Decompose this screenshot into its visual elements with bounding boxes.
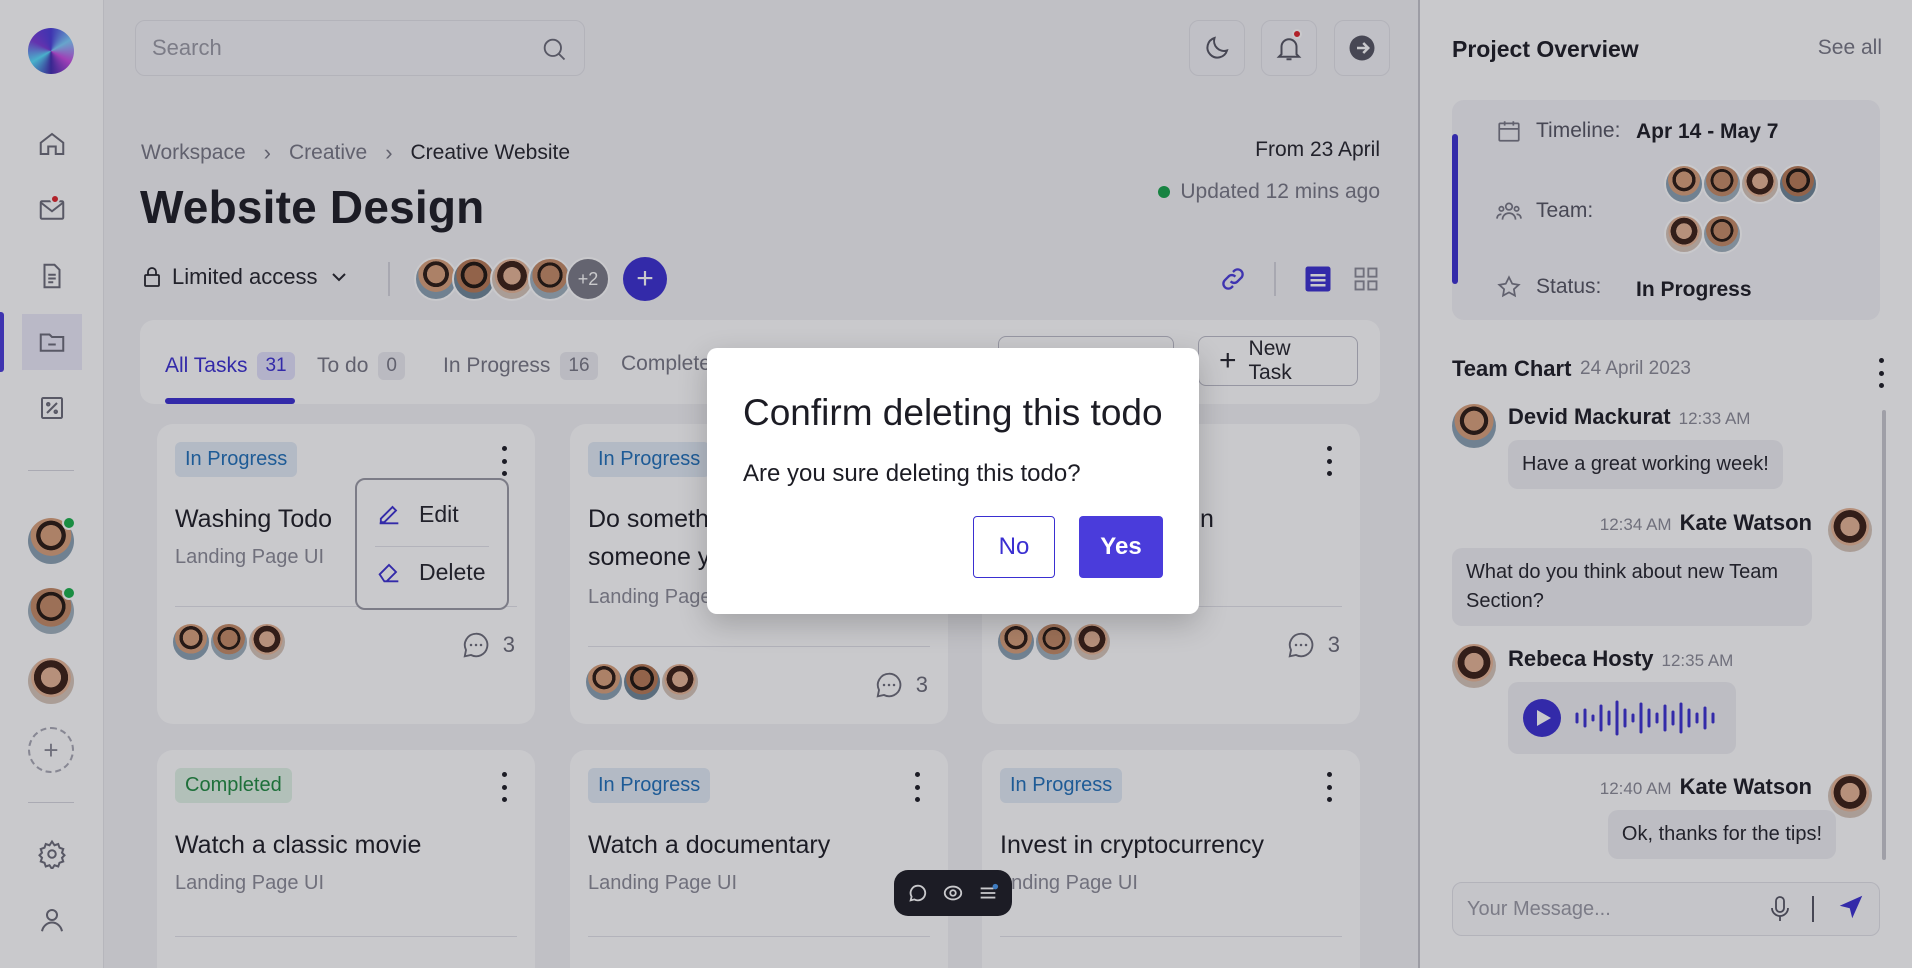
yes-button[interactable]: Yes: [1079, 516, 1163, 578]
confirm-delete-dialog: Confirm deleting this todo Are you sure …: [707, 348, 1199, 614]
dialog-title: Confirm deleting this todo: [743, 392, 1163, 433]
no-button[interactable]: No: [973, 516, 1055, 578]
dialog-message: Are you sure deleting this todo?: [743, 460, 1081, 487]
